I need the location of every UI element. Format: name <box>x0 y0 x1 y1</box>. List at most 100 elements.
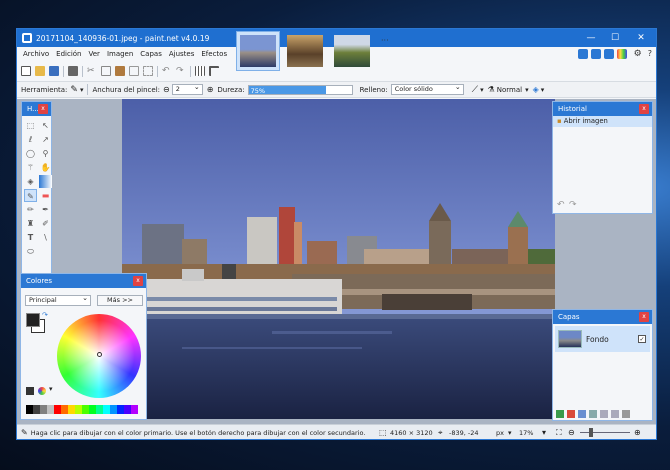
close-button[interactable]: ✕ <box>628 29 654 47</box>
menu-imagen[interactable]: Imagen <box>107 50 133 58</box>
zoom-in-icon[interactable]: ⊕ <box>634 428 641 437</box>
fill-select[interactable]: Color sólido <box>390 83 464 95</box>
paintbrush-icon[interactable]: ✎ <box>70 85 78 95</box>
zoom-level[interactable]: 17% <box>519 429 533 437</box>
increase-width-icon[interactable]: ⊕ <box>207 85 214 94</box>
copy-icon[interactable] <box>101 66 111 76</box>
menu-efectos[interactable]: Efectos <box>201 50 227 58</box>
layer-row[interactable]: Fondo ✓ <box>555 326 650 352</box>
hardness-slider[interactable]: 75% <box>247 84 353 95</box>
zoom-slider-thumb[interactable] <box>589 428 593 437</box>
chevron-down-icon[interactable]: ▾ <box>541 86 545 94</box>
color-mode-select[interactable]: Principal <box>25 294 91 306</box>
paintbrush-tool-icon[interactable]: ✎ <box>24 189 37 202</box>
pan-icon[interactable]: ✋ <box>39 161 52 174</box>
image-tab-3[interactable] <box>330 31 374 71</box>
redo-icon[interactable]: ↷ <box>569 200 577 210</box>
image-canvas[interactable] <box>122 99 555 419</box>
move-selection-icon[interactable]: ↖ <box>39 119 52 132</box>
print-icon[interactable] <box>68 66 78 76</box>
add-layer-icon[interactable] <box>556 410 564 418</box>
chevron-down-icon[interactable]: ▾ <box>480 86 484 94</box>
image-tab-1[interactable] <box>236 31 280 71</box>
selection-mode-icon[interactable]: ◈ <box>533 85 539 94</box>
clone-stamp-icon[interactable]: ♜ <box>24 217 37 230</box>
duplicate-layer-icon[interactable] <box>578 410 586 418</box>
color-wheel-cursor[interactable] <box>97 352 102 357</box>
magic-wand-icon[interactable]: ⚚ <box>24 161 37 174</box>
layer-visibility-checkbox[interactable]: ✓ <box>638 335 646 343</box>
ellipse-select-icon[interactable]: ◯ <box>24 147 37 160</box>
zoom-fit-icon[interactable]: ⛶ <box>556 428 562 438</box>
close-icon[interactable]: x <box>38 104 48 114</box>
layers-toggle-icon[interactable] <box>603 49 614 59</box>
colors-toggle-icon[interactable] <box>616 49 627 59</box>
decrease-width-icon[interactable]: ⊖ <box>163 85 170 94</box>
menu-capas[interactable]: Capas <box>140 50 162 58</box>
default-colors-icon[interactable] <box>26 387 34 395</box>
menu-ver[interactable]: Ver <box>89 50 100 58</box>
lasso-select-icon[interactable]: ℓ <box>24 133 37 146</box>
tools-toggle-icon[interactable] <box>577 49 588 59</box>
chevron-down-icon[interactable]: ▾ <box>508 429 512 437</box>
swap-colors-icon[interactable]: ↷ <box>42 311 48 319</box>
move-selection-2-icon[interactable]: ↗ <box>39 133 52 146</box>
zoom-out-icon[interactable]: ⊖ <box>568 428 575 437</box>
new-file-icon[interactable] <box>21 66 31 76</box>
shapes-icon[interactable]: ⬭ <box>24 245 37 258</box>
chevron-down-icon[interactable]: ▾ <box>525 86 529 94</box>
pencil-icon[interactable]: ✏ <box>24 203 37 216</box>
zoom-slider[interactable] <box>580 432 630 433</box>
undo-icon[interactable]: ↶ <box>557 200 565 210</box>
move-up-icon[interactable] <box>600 410 608 418</box>
undo-icon[interactable]: ↶ <box>162 66 172 76</box>
image-tab-2[interactable] <box>283 31 327 71</box>
help-icon[interactable]: ? <box>648 49 652 59</box>
menu-ajustes[interactable]: Ajustes <box>169 50 195 58</box>
blend-mode-select[interactable]: Normal <box>497 86 522 94</box>
move-down-icon[interactable] <box>611 410 619 418</box>
antialias-icon[interactable]: ⟋ <box>472 85 478 95</box>
settings-gear-icon[interactable]: ⚙ <box>634 49 642 59</box>
units-select[interactable]: px <box>496 429 504 437</box>
redo-icon[interactable]: ↷ <box>176 66 186 76</box>
line-curve-icon[interactable]: \ <box>39 231 52 244</box>
save-icon[interactable] <box>49 66 59 76</box>
deselect-icon[interactable] <box>143 66 153 76</box>
ruler-icon[interactable] <box>209 66 219 76</box>
rectangle-select-icon[interactable]: ⬚ <box>24 119 37 132</box>
more-images-button[interactable]: ··· <box>381 31 389 75</box>
more-colors-button[interactable]: Más >> <box>97 295 143 306</box>
history-toggle-icon[interactable] <box>590 49 601 59</box>
primary-color-swatch[interactable] <box>26 313 40 327</box>
chevron-down-icon[interactable]: ▾ <box>80 86 84 94</box>
crop-icon[interactable] <box>129 66 139 76</box>
zoom-icon[interactable]: ⚲ <box>39 147 52 160</box>
chevron-down-icon[interactable]: ▾ <box>49 385 53 393</box>
recolor-icon[interactable]: ✐ <box>39 217 52 230</box>
grid-icon[interactable] <box>195 66 205 76</box>
close-icon[interactable]: x <box>639 312 649 322</box>
palette-icon[interactable] <box>38 387 46 395</box>
merge-layer-icon[interactable] <box>589 410 597 418</box>
delete-layer-icon[interactable] <box>567 410 575 418</box>
gradient-icon[interactable] <box>39 175 52 188</box>
paste-icon[interactable] <box>115 66 125 76</box>
cut-icon[interactable]: ✂ <box>87 66 97 76</box>
menu-archivo[interactable]: Archivo <box>23 50 49 58</box>
text-icon[interactable]: T <box>24 231 37 244</box>
paint-bucket-icon[interactable]: ◈ <box>24 175 37 188</box>
close-icon[interactable]: x <box>639 104 649 114</box>
chevron-down-icon[interactable]: ▾ <box>542 428 546 437</box>
eraser-icon[interactable]: ▬ <box>39 189 52 202</box>
layer-properties-icon[interactable] <box>622 410 630 418</box>
maximize-button[interactable]: ☐ <box>602 29 628 47</box>
palette-strip[interactable] <box>26 405 138 414</box>
history-item[interactable]: ▪ Abrir imagen <box>553 116 652 127</box>
menu-edicion[interactable]: Edición <box>56 50 81 58</box>
close-icon[interactable]: x <box>133 276 143 286</box>
open-file-icon[interactable] <box>35 66 45 76</box>
minimize-button[interactable]: — <box>578 29 604 47</box>
brush-width-select[interactable]: 2 <box>171 83 203 95</box>
color-picker-icon[interactable]: ✒ <box>39 203 52 216</box>
